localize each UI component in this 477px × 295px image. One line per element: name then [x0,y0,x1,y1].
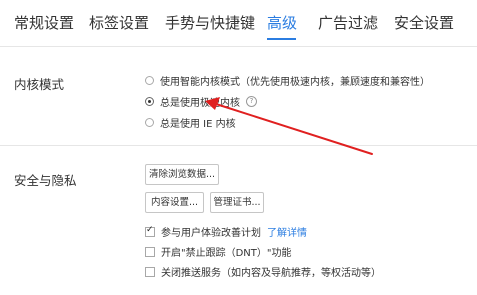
checkbox[interactable] [145,266,155,277]
tab-tab-settings[interactable]: 标签设置 [89,12,149,33]
tab-general[interactable]: 常规设置 [14,12,74,33]
tab-bar-divider [0,46,477,47]
radio-button[interactable] [145,118,154,127]
arrow-shaft [215,103,373,155]
active-tab-indicator [267,38,296,40]
radio-button[interactable] [145,76,154,85]
radio-button-selected[interactable] [145,97,154,106]
kernel-option-smart[interactable]: 使用智能内核模式（优先使用极速内核，兼顾速度和兼容性） [145,73,430,88]
checkbox[interactable] [145,246,155,257]
kernel-option-label: 使用智能内核模式（优先使用极速内核，兼顾速度和兼容性） [160,77,430,88]
tab-ad-filter[interactable]: 广告过滤 [318,12,378,33]
tab-advanced[interactable]: 高级 [267,12,297,33]
kernel-option-label: 总是使用 IE 内核 [160,119,236,130]
learn-more-link[interactable]: 了解详情 [267,224,307,239]
checkbox-label: 参与用户体验改善计划 [161,228,261,239]
push-service-option[interactable]: 关闭推送服务（如内容及导航推荐，等权活动等） [145,264,381,279]
checkbox-checked[interactable] [145,225,155,237]
kernel-option-label: 总是使用极速内核 [160,98,240,109]
kernel-mode-title: 内核模式 [14,77,65,92]
ux-improvement-option[interactable]: 参与用户体验改善计划 了解详情 [145,224,307,239]
section-divider [0,145,477,146]
dnt-option[interactable]: 开启"禁止跟踪（DNT）"功能 [145,244,292,259]
kernel-option-ie[interactable]: 总是使用 IE 内核 [145,115,236,130]
help-icon[interactable]: ? [246,96,257,107]
kernel-option-speed[interactable]: 总是使用极速内核 ? [145,94,257,109]
tab-security[interactable]: 安全设置 [394,12,454,33]
clear-browsing-data-button[interactable]: 清除浏览数据... [145,164,219,185]
settings-tab-bar: 常规设置 标签设置 手势与快捷键 高级 广告过滤 安全设置 [0,0,477,44]
checkbox-label: 关闭推送服务（如内容及导航推荐，等权活动等） [161,268,381,279]
manage-certificates-button[interactable]: 管理证书... [210,192,264,213]
checkbox-label: 开启"禁止跟踪（DNT）"功能 [161,248,292,259]
tab-gestures-shortcuts[interactable]: 手势与快捷键 [165,12,255,33]
content-settings-button[interactable]: 内容设置... [145,192,204,213]
security-privacy-title: 安全与隐私 [14,173,77,188]
